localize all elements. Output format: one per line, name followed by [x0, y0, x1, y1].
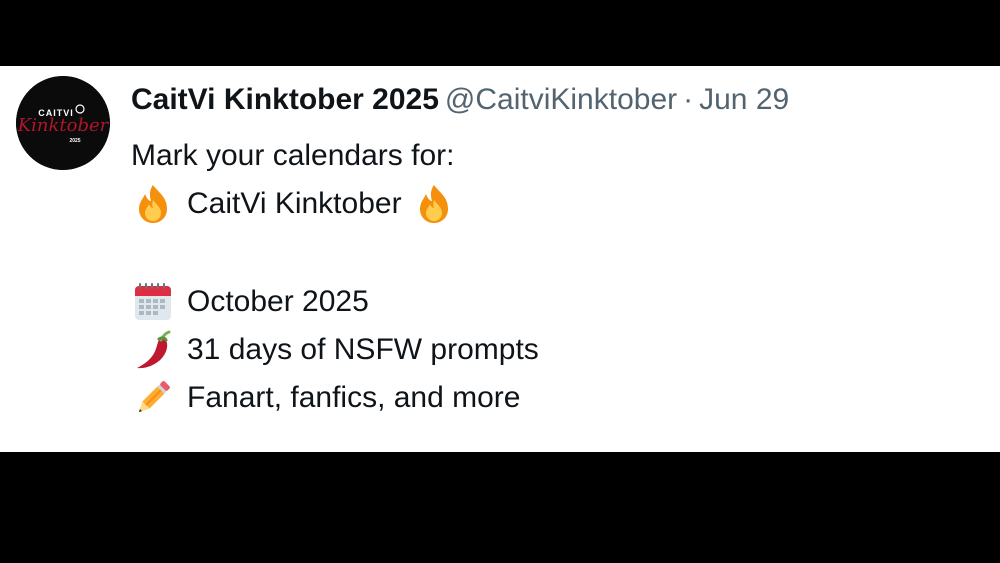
hot-pepper-icon [131, 328, 175, 372]
post-date[interactable]: Jun 29 [699, 83, 789, 116]
header-separator: · [683, 83, 694, 116]
screenshot-frame: CAITVI Kinktober 2025 CaitVi Kinktober 2… [0, 0, 1000, 563]
avatar-text-year: 2025 [69, 138, 80, 144]
user-handle[interactable]: @CaitviKinktober [445, 83, 677, 116]
post-card[interactable]: CAITVI Kinktober 2025 CaitVi Kinktober 2… [0, 66, 1000, 452]
post-line-event: CaitVi Kinktober [131, 180, 981, 228]
pencil-icon [131, 376, 175, 420]
post-text-event-name: CaitVi Kinktober [187, 187, 402, 220]
post-line-intro: Mark your calendars for: [131, 132, 981, 180]
fire-icon [412, 182, 456, 226]
post-line-prompts: 31 days of NSFW prompts [131, 326, 981, 374]
post-text-intro: Mark your calendars for: [131, 139, 455, 172]
display-name[interactable]: CaitVi Kinktober 2025 [131, 83, 439, 116]
post-line-date: October 2025 [131, 278, 981, 326]
post-text-content-line: Fanart, fanfics, and more [187, 381, 521, 414]
post-text-date-line: October 2025 [187, 285, 369, 318]
avatar-logo: CAITVI Kinktober 2025 [16, 76, 110, 170]
post-header: CaitVi Kinktober 2025 @CaitviKinktober · Ju… [131, 80, 789, 120]
calendar-icon [131, 280, 175, 324]
post-line-blank [131, 228, 981, 278]
post-line-content: Fanart, fanfics, and more [131, 374, 981, 422]
avatar-text-kinktober: Kinktober [17, 115, 110, 136]
post-body: Mark your calendars for: CaitVi Kinktobe… [131, 132, 981, 422]
fire-icon [131, 182, 175, 226]
avatar[interactable]: CAITVI Kinktober 2025 [16, 76, 110, 170]
post-text-prompts-line: 31 days of NSFW prompts [187, 333, 539, 366]
